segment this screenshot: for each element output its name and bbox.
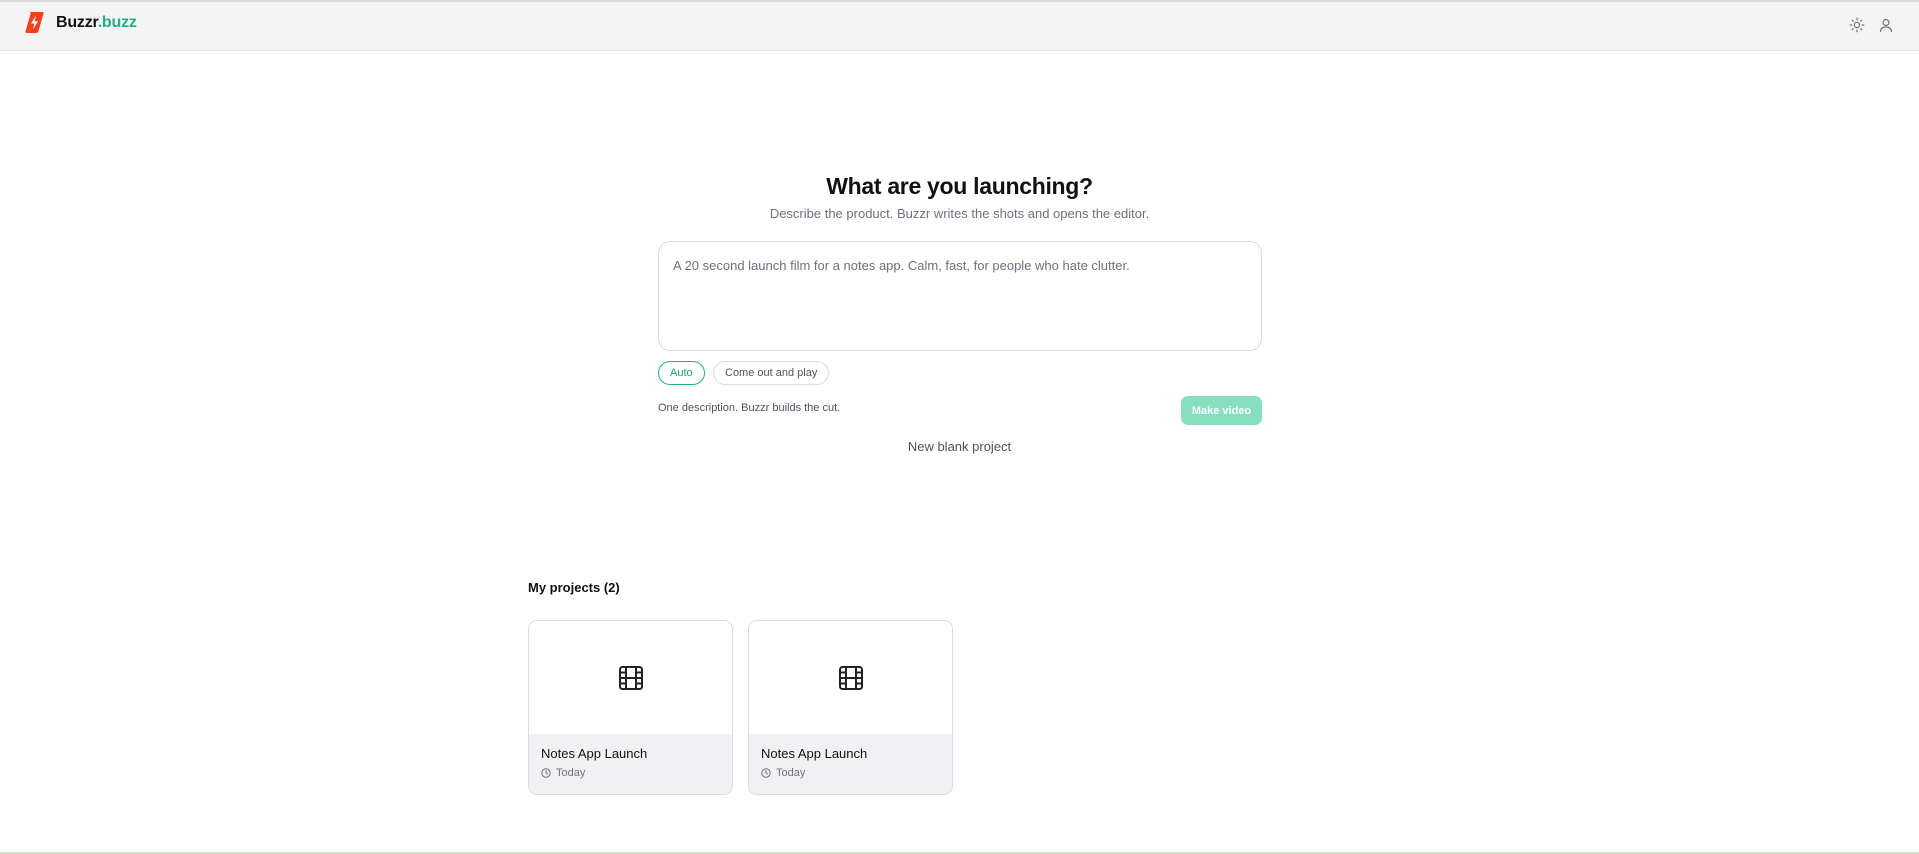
project-card[interactable]: Notes App Launch Today bbox=[528, 620, 733, 795]
project-card-footer: Notes App Launch Today bbox=[749, 734, 952, 794]
page-title: What are you launching? bbox=[826, 173, 1093, 199]
style-chip-come-out-and-play[interactable]: Come out and play bbox=[713, 361, 830, 385]
project-updated: Today bbox=[541, 767, 720, 779]
project-updated: Today bbox=[761, 767, 940, 779]
helper-text: One description. Buzzr builds the cut. bbox=[658, 402, 841, 414]
project-thumbnail bbox=[529, 621, 732, 734]
film-icon bbox=[618, 665, 643, 690]
clock-icon bbox=[541, 768, 551, 778]
project-name: Notes App Launch bbox=[761, 746, 868, 761]
film-icon bbox=[838, 665, 863, 690]
page-subtitle: Describe the product. Buzzr writes the s… bbox=[769, 206, 1150, 221]
clock-icon bbox=[761, 768, 771, 778]
project-thumbnail bbox=[749, 621, 952, 734]
user-icon bbox=[1879, 18, 1893, 33]
lightning-bolt-icon bbox=[25, 12, 44, 33]
app-header: Buzzr.buzz bbox=[0, 2, 1919, 51]
product-description-input[interactable] bbox=[658, 241, 1262, 351]
project-name: Notes App Launch bbox=[541, 746, 648, 761]
theme-toggle-button[interactable] bbox=[1848, 16, 1866, 34]
brand-name-main: Buzzr bbox=[56, 13, 98, 31]
new-blank-project-link[interactable]: New blank project bbox=[0, 439, 1919, 454]
brand[interactable]: Buzzr.buzz bbox=[25, 12, 137, 33]
project-updated-text: Today bbox=[776, 767, 806, 779]
projects-heading: My projects (2) bbox=[528, 580, 620, 595]
account-button[interactable] bbox=[1877, 16, 1895, 34]
project-updated-text: Today bbox=[556, 767, 586, 779]
style-chip-auto[interactable]: Auto bbox=[658, 361, 705, 385]
project-card[interactable]: Notes App Launch Today bbox=[748, 620, 953, 795]
brand-name: Buzzr.buzz bbox=[56, 14, 137, 32]
project-card-footer: Notes App Launch Today bbox=[529, 734, 732, 794]
sun-icon bbox=[1849, 17, 1865, 33]
make-video-button[interactable]: Make video bbox=[1181, 396, 1262, 425]
brand-name-suffix: .buzz bbox=[97, 13, 137, 31]
